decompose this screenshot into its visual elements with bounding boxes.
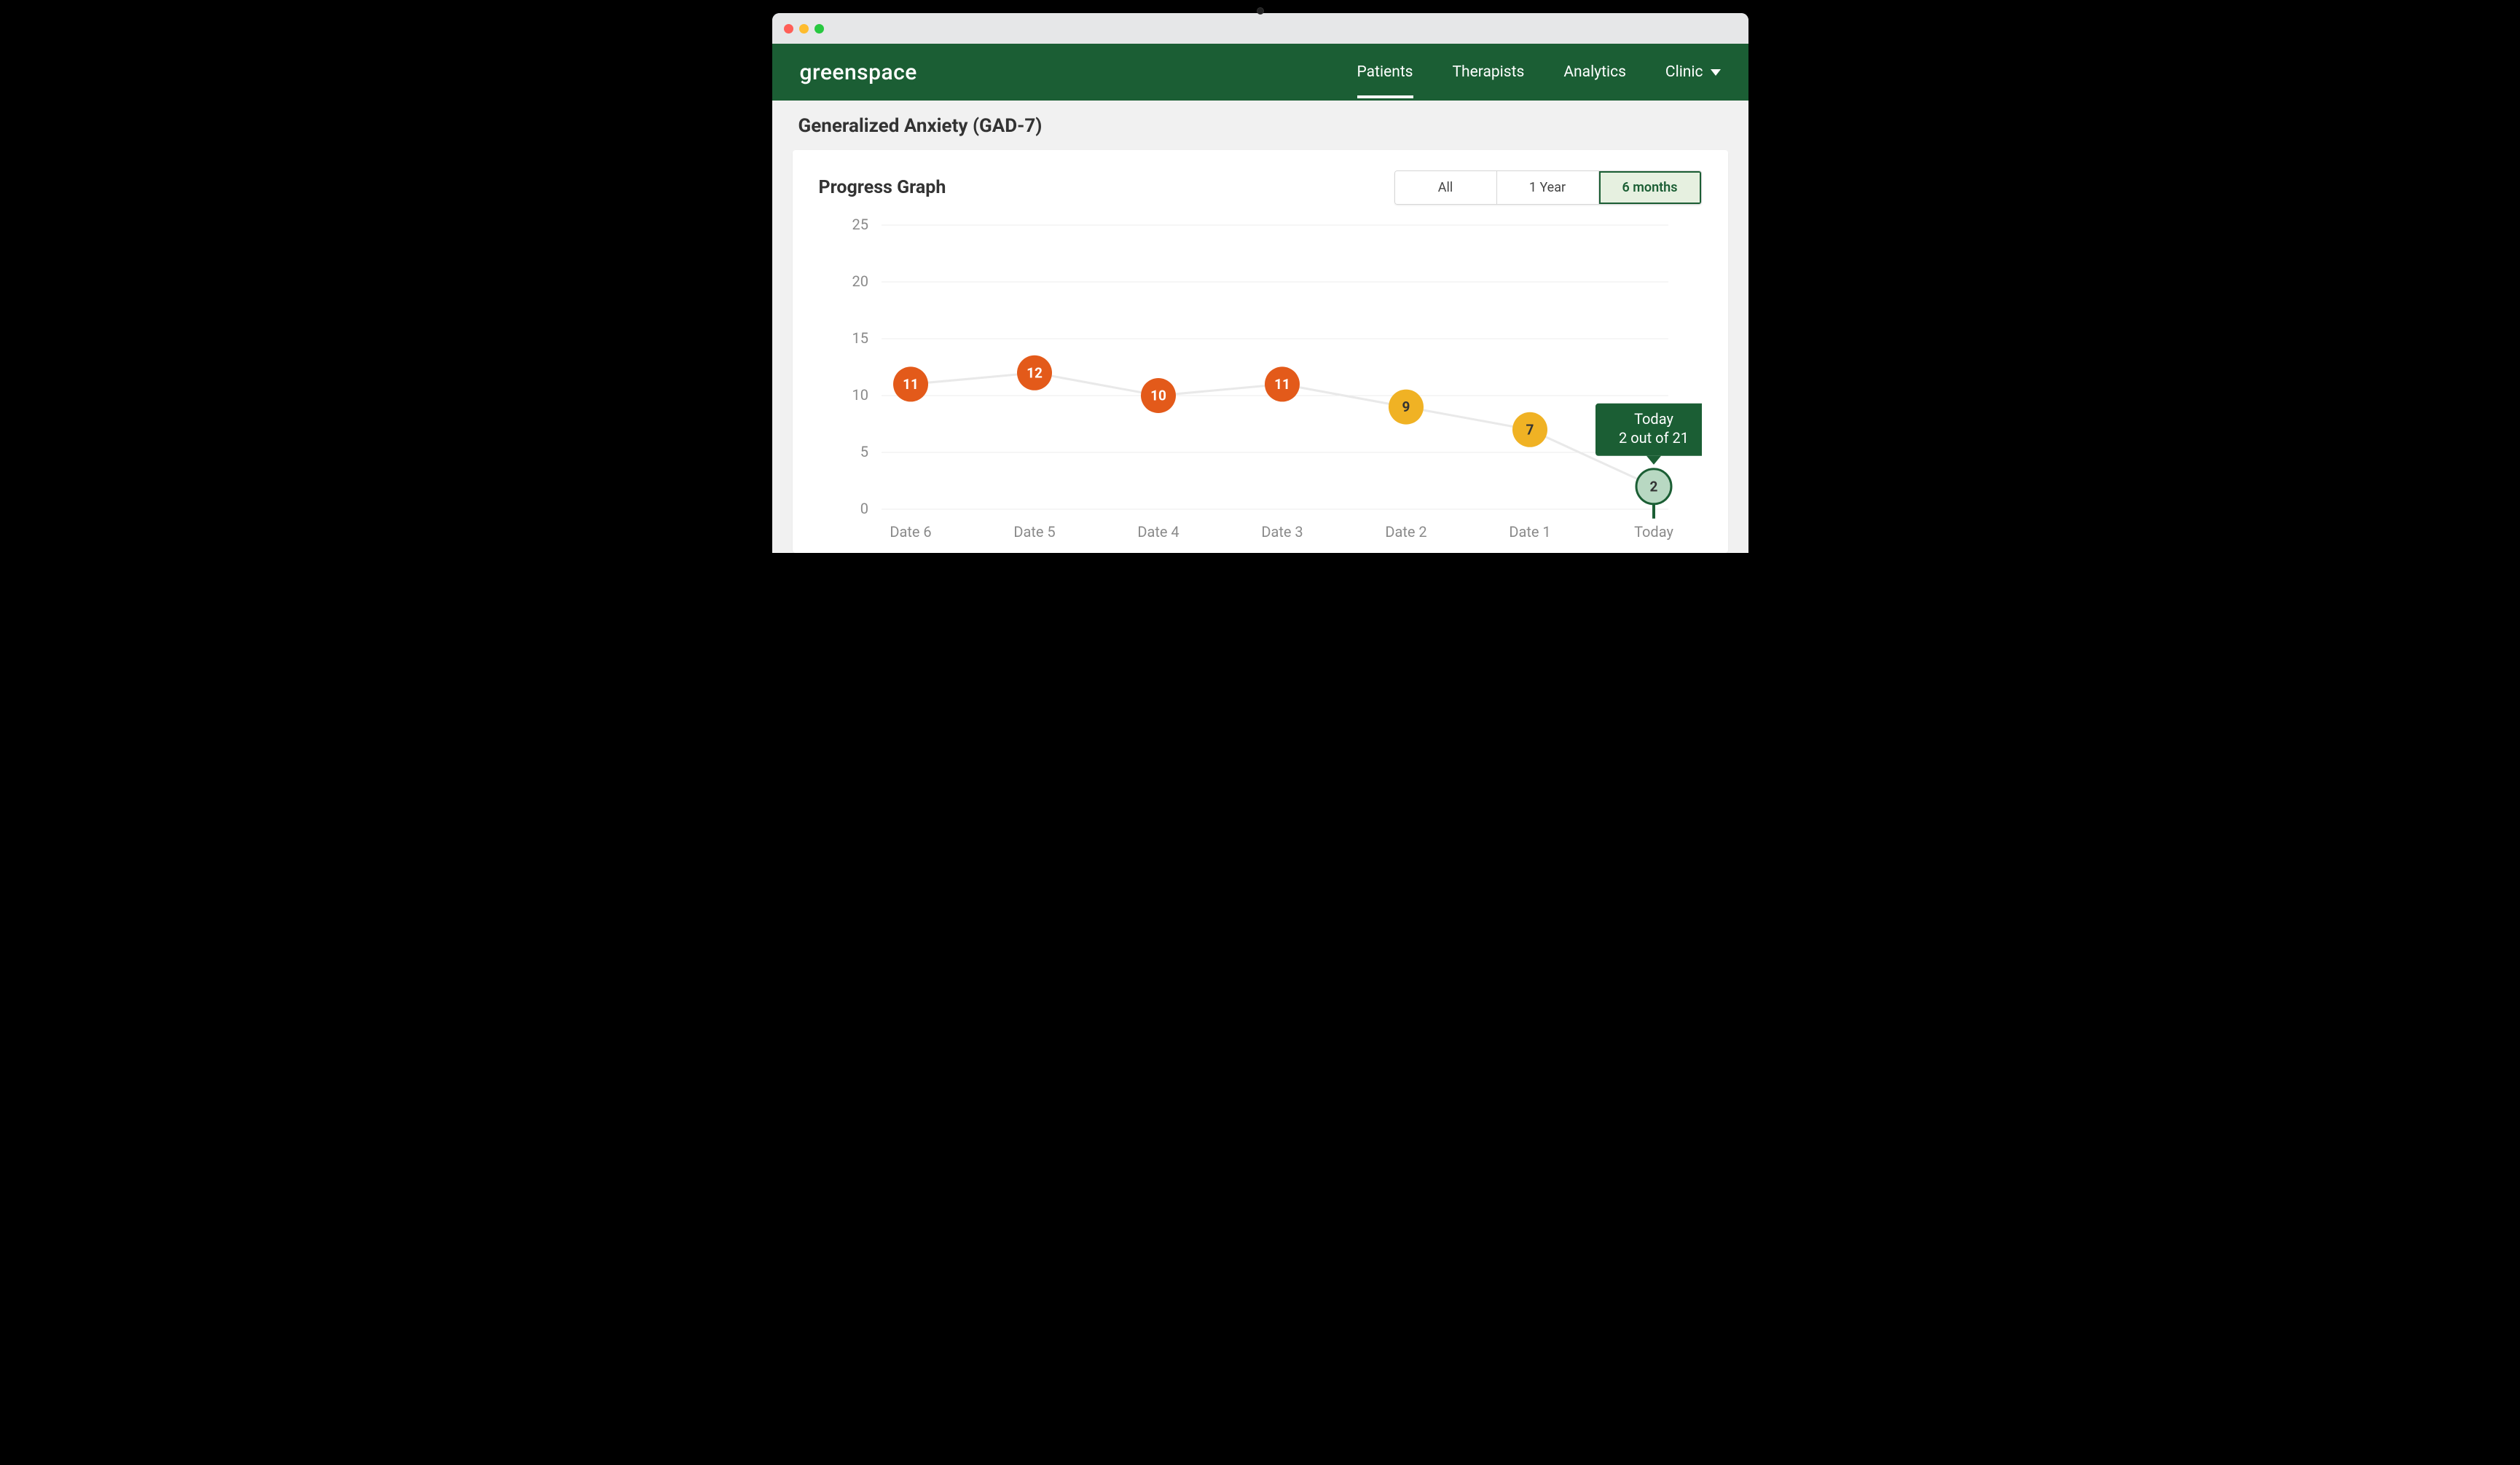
y-tick-label: 20: [852, 272, 868, 290]
nav-therapists-label: Therapists: [1453, 63, 1525, 81]
page-title: Generalized Anxiety (GAD-7): [772, 101, 1748, 143]
time-range-toggle: All 1 Year 6 months: [1394, 170, 1702, 205]
x-tick-label: Date 1: [1509, 523, 1550, 541]
range-6months-label: 6 months: [1622, 180, 1678, 195]
window-maximize-icon[interactable]: [815, 24, 824, 34]
y-tick-label: 15: [852, 329, 868, 347]
main-nav: Patients Therapists Analytics Clinic: [1357, 59, 1721, 85]
tooltip-line2: 2 out of 21: [1619, 429, 1689, 447]
progress-chart: 0 5 10 15 20 25 Date 6 Date 5 Date 4 Date 3 Date 2…: [819, 211, 1702, 546]
range-all-label: All: [1438, 180, 1453, 195]
y-tick-label: 10: [852, 386, 868, 404]
x-tick-label: Date 3: [1261, 523, 1303, 541]
app-header: greenspace Patients Therapists Analytics…: [772, 44, 1748, 101]
browser-window: greenspace Patients Therapists Analytics…: [772, 13, 1748, 553]
brand-logo: greenspace: [800, 60, 917, 85]
data-point-label: 9: [1402, 398, 1410, 415]
y-tick-label: 5: [860, 443, 868, 460]
x-tick-label: Date 5: [1013, 523, 1055, 541]
range-1year-button[interactable]: 1 Year: [1497, 171, 1599, 204]
y-tick-label: 0: [860, 500, 868, 517]
x-tick-label: Date 2: [1385, 523, 1426, 541]
browser-titlebar: [772, 13, 1748, 44]
tooltip-caret-icon: [1646, 456, 1661, 465]
window-minimize-icon[interactable]: [799, 24, 809, 34]
range-1year-label: 1 Year: [1529, 180, 1566, 195]
data-point-label: 2: [1649, 478, 1657, 495]
nav-analytics[interactable]: Analytics: [1563, 59, 1626, 85]
progress-card: Progress Graph All 1 Year 6 months: [793, 150, 1728, 553]
range-all-button[interactable]: All: [1395, 171, 1497, 204]
tooltip-line1: Today: [1634, 410, 1673, 428]
range-6months-button[interactable]: 6 months: [1599, 171, 1701, 204]
nav-clinic[interactable]: Clinic: [1665, 59, 1721, 85]
chevron-down-icon: [1711, 69, 1721, 76]
x-tick-label: Today: [1634, 523, 1673, 541]
x-tick-label: Date 6: [890, 523, 931, 541]
data-point-label: 7: [1526, 421, 1534, 438]
nav-clinic-label: Clinic: [1665, 63, 1703, 81]
nav-therapists[interactable]: Therapists: [1453, 59, 1525, 85]
nav-analytics-label: Analytics: [1563, 63, 1626, 81]
x-tick-label: Date 4: [1137, 523, 1179, 541]
window-close-icon[interactable]: [784, 24, 793, 34]
nav-patients[interactable]: Patients: [1357, 59, 1413, 85]
nav-patients-label: Patients: [1357, 63, 1413, 81]
device-camera: [1257, 7, 1264, 15]
data-point-label: 12: [1027, 364, 1043, 381]
data-point-label: 11: [1274, 376, 1290, 393]
data-point-label: 10: [1150, 388, 1166, 404]
card-title: Progress Graph: [819, 177, 946, 198]
y-tick-label: 25: [852, 216, 868, 233]
data-point-label: 11: [903, 376, 919, 393]
